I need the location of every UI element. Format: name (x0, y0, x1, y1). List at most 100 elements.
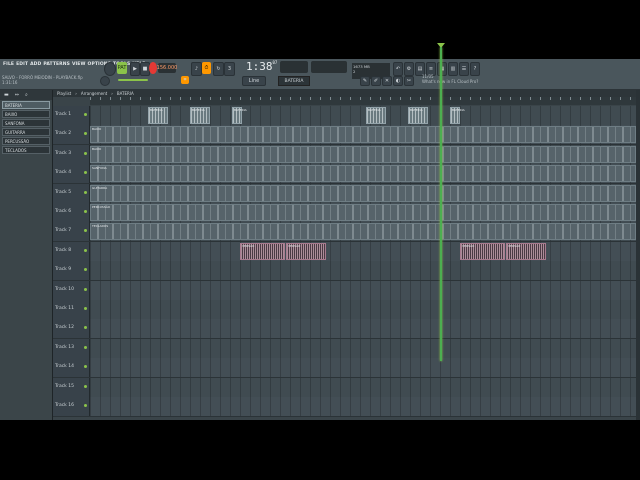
pattern-selector[interactable]: BATERIA (278, 76, 310, 86)
pattern-clip[interactable]: GUITARRA (90, 184, 636, 202)
track-lane[interactable] (90, 397, 636, 416)
snap-select[interactable]: Line (242, 76, 266, 86)
menu-view[interactable]: VIEW (72, 62, 86, 67)
track-header[interactable]: Track 8 (53, 241, 90, 261)
tool-paint-button[interactable]: ✐ (371, 76, 381, 86)
track-mute-led[interactable] (84, 151, 87, 155)
pattern-clip[interactable]: TECLADOS (90, 223, 636, 241)
track-header[interactable]: Track 6 (53, 203, 90, 222)
pattern-clip[interactable]: BATERIA (232, 107, 247, 124)
pattern-clip[interactable]: BATERIA (190, 107, 210, 124)
pattern-clip[interactable]: BAIXO (90, 126, 636, 144)
undo-button[interactable]: ↶ (393, 62, 403, 76)
track-header[interactable]: Track 3 (53, 144, 90, 164)
pattern-item[interactable]: SANFONA (2, 119, 50, 127)
track-header[interactable]: Track 11 (53, 300, 90, 319)
pattern-clip[interactable]: VERSÃO (286, 242, 326, 260)
tool-draw-button[interactable]: ✎ (360, 76, 370, 86)
pattern-clip[interactable]: VERSÃO (240, 242, 285, 260)
track-lane[interactable] (90, 377, 636, 397)
pattern-item[interactable]: GUITARRA (2, 128, 50, 136)
track-mute-led[interactable] (84, 132, 87, 136)
pattern-clip[interactable]: BATERIA (148, 107, 168, 124)
track-header[interactable]: Track 2 (53, 125, 90, 145)
track-header[interactable]: Track 9 (53, 261, 90, 281)
pattern-item[interactable]: PERCUSSÃO (2, 137, 50, 145)
track-mute-led[interactable] (84, 404, 87, 407)
play-button[interactable]: ▶ (130, 62, 140, 76)
track-lane[interactable]: BAIXO (90, 144, 636, 164)
track-lane[interactable] (90, 280, 636, 300)
browser-search-icon[interactable]: ⌕ (25, 92, 28, 98)
pattern-clip[interactable]: BAIXO (90, 145, 636, 163)
pattern-clip[interactable]: BATERIA (408, 107, 428, 124)
pattern-clip[interactable]: BATERIA (450, 107, 465, 124)
track-header[interactable]: Track 4 (53, 164, 90, 184)
track-mute-led[interactable] (84, 384, 87, 388)
track-mute-led[interactable] (84, 113, 87, 116)
track-mute-led[interactable] (84, 248, 87, 252)
snap-button[interactable]: ⌗ (181, 76, 189, 84)
wait-record-button[interactable]: ⏱ (202, 62, 211, 74)
track-header[interactable]: Track 10 (53, 280, 90, 300)
track-lane[interactable] (90, 338, 636, 358)
track-mute-led[interactable] (84, 307, 87, 310)
tempo-display[interactable]: 156.000 (157, 63, 177, 73)
track-mute-led[interactable] (84, 190, 87, 194)
track-header[interactable]: Track 16 (53, 397, 90, 416)
loop-record-button[interactable]: ↻ (213, 62, 224, 76)
track-mute-led[interactable] (84, 268, 87, 272)
track-mute-led[interactable] (84, 287, 87, 291)
pattern-item[interactable]: BATERIA (2, 101, 50, 109)
track-mute-led[interactable] (84, 210, 87, 213)
playlist-path[interactable]: Arrangement (81, 91, 107, 96)
pattern-clip[interactable]: PERCUSSÃO (90, 204, 636, 221)
master-volume-knob[interactable] (104, 62, 116, 76)
pattern-clip[interactable]: SANFONA (90, 165, 636, 183)
playlist-pattern[interactable]: BATERIA (117, 91, 134, 96)
pattern-clip[interactable]: BATERIA (366, 107, 386, 124)
pattern-clip[interactable]: VERSÃO (506, 242, 546, 260)
track-mute-led[interactable] (84, 171, 87, 175)
track-lane[interactable] (90, 300, 636, 319)
timeline-ruler[interactable] (90, 97, 636, 105)
pattern-item[interactable]: TECLADOS (2, 146, 50, 154)
track-header[interactable]: Track 14 (53, 358, 90, 378)
pattern-item[interactable]: BAIXO (2, 110, 50, 118)
news-panel[interactable]: 11/05 What's new in FL Cloud Pro? (422, 74, 478, 84)
track-mute-led[interactable] (84, 326, 87, 330)
track-lane[interactable]: BAIXO (90, 125, 636, 145)
browser-collapse-icon[interactable]: ⇔ (15, 92, 19, 98)
track-header[interactable]: Track 15 (53, 377, 90, 397)
pattern-clip[interactable]: VERSÃO (460, 242, 505, 260)
track-mute-led[interactable] (84, 229, 87, 233)
track-header[interactable]: Track 7 (53, 222, 90, 242)
song-position-display[interactable]: 1:3807 (246, 60, 277, 73)
track-lane[interactable] (90, 358, 636, 378)
tool-slice-button[interactable]: ✂ (404, 76, 414, 86)
plugin-picker-button[interactable]: ⚙ (404, 62, 414, 76)
vertical-scrollbar[interactable] (636, 90, 640, 420)
track-header[interactable]: Track 1 (53, 106, 90, 125)
tool-delete-button[interactable]: ✕ (382, 76, 392, 86)
track-lane[interactable] (90, 319, 636, 339)
menu-add[interactable]: ADD (30, 62, 41, 67)
pitch-knob[interactable] (100, 76, 110, 86)
metronome-button[interactable]: ♪ (191, 62, 202, 76)
master-pitch-slider[interactable] (118, 79, 148, 81)
track-mute-led[interactable] (84, 345, 87, 349)
track-header[interactable]: Track 12 (53, 319, 90, 339)
countdown-button[interactable]: 3 (224, 62, 235, 76)
track-header[interactable]: Track 5 (53, 183, 90, 203)
menu-edit[interactable]: EDIT (16, 62, 28, 67)
track-lane[interactable]: TECLADOS (90, 222, 636, 242)
tool-mute-button[interactable]: ◐ (393, 76, 403, 86)
menu-file[interactable]: FILE (3, 62, 14, 67)
track-lane[interactable]: SANFONA (90, 164, 636, 184)
track-lane[interactable]: VERSÃO VERSÃO VERSÃO VERSÃO (90, 241, 636, 261)
track-lane[interactable]: PERCUSSÃO (90, 203, 636, 222)
track-lane[interactable]: BATERIA BATERIA BATERIA BATERIA BATERIA BATER… (90, 106, 636, 125)
track-header[interactable]: Track 13 (53, 338, 90, 358)
menu-patterns[interactable]: PATTERNS (43, 62, 70, 67)
track-mute-led[interactable] (84, 365, 87, 369)
